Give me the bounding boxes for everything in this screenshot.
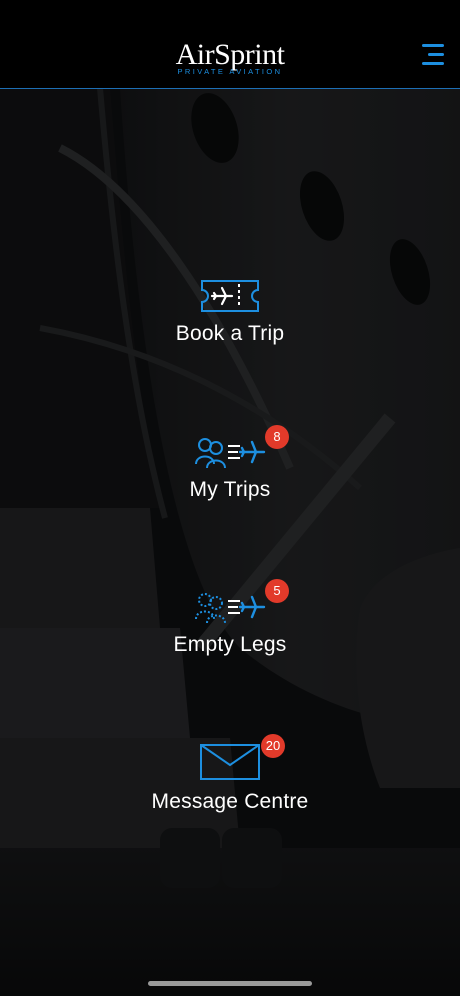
logo-wordmark: AirSprint	[175, 38, 285, 71]
my-trips-badge: 8	[265, 425, 289, 449]
passengers-plane-icon	[194, 432, 266, 472]
menu-item-label: My Trips	[189, 478, 271, 501]
menu-item-my-trips[interactable]: 8 My Trips	[0, 425, 460, 511]
logo-tagline: PRIVATE AVIATION	[177, 67, 283, 76]
background-photo	[0, 88, 460, 996]
menu-item-empty-legs[interactable]: 5 Empty Legs	[0, 579, 460, 665]
app-header: AirSprint PRIVATE AVIATION	[0, 0, 460, 89]
envelope-icon	[199, 743, 261, 781]
menu-item-message-centre[interactable]: 20 Message Centre	[0, 734, 460, 820]
ticket-plane-icon	[198, 278, 262, 314]
menu-item-book-a-trip[interactable]: Book a Trip	[0, 270, 460, 356]
empty-legs-badge: 5	[265, 579, 289, 603]
home-indicator[interactable]	[148, 981, 312, 986]
menu-item-label: Message Centre	[151, 790, 309, 813]
message-centre-badge: 20	[261, 734, 285, 758]
menu-item-label: Book a Trip	[175, 322, 285, 345]
dashed-passengers-plane-icon	[194, 587, 266, 627]
menu-item-label: Empty Legs	[173, 633, 287, 656]
airsprint-logo: AirSprint PRIVATE AVIATION	[0, 40, 460, 76]
hamburger-menu-icon[interactable]	[418, 42, 444, 68]
